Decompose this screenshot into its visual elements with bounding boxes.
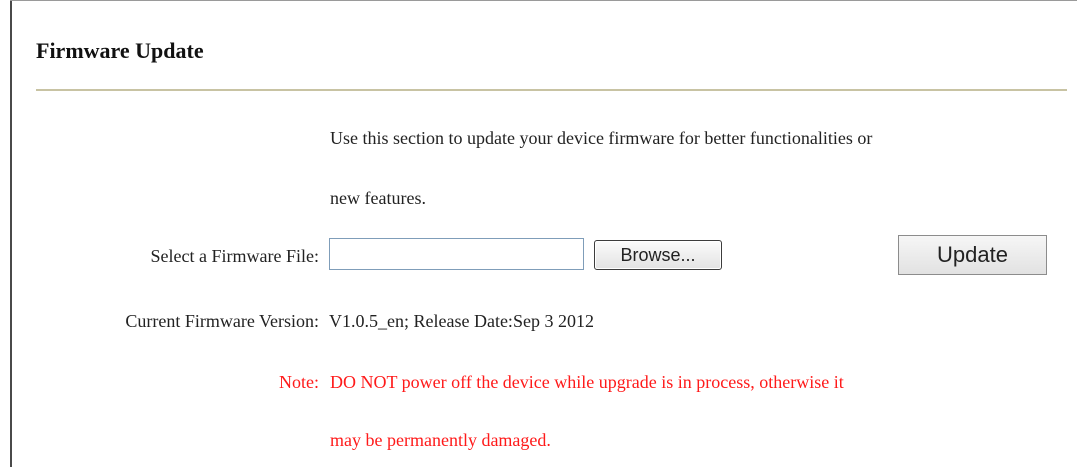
current-firmware-version-label: Current Firmware Version:	[125, 311, 319, 331]
note-line-1: DO NOT power off the device while upgrad…	[330, 372, 844, 392]
browse-button[interactable]: Browse...	[594, 240, 722, 270]
note-line-2: may be permanently damaged.	[330, 430, 551, 450]
title-divider	[36, 89, 1067, 91]
description-line-1: Use this section to update your device f…	[330, 128, 873, 148]
firmware-file-label: Select a Firmware File:	[150, 246, 319, 266]
note-label: Note:	[279, 372, 319, 392]
page-title: Firmware Update	[36, 38, 204, 63]
current-firmware-version-value: V1.0.5_en; Release Date:Sep 3 2012	[329, 311, 594, 331]
update-button[interactable]: Update	[898, 235, 1047, 275]
page-frame-left-border	[10, 0, 12, 467]
description-line-2: new features.	[330, 188, 426, 208]
page-frame-top-border	[10, 0, 1077, 1]
firmware-file-input[interactable]	[329, 238, 584, 270]
